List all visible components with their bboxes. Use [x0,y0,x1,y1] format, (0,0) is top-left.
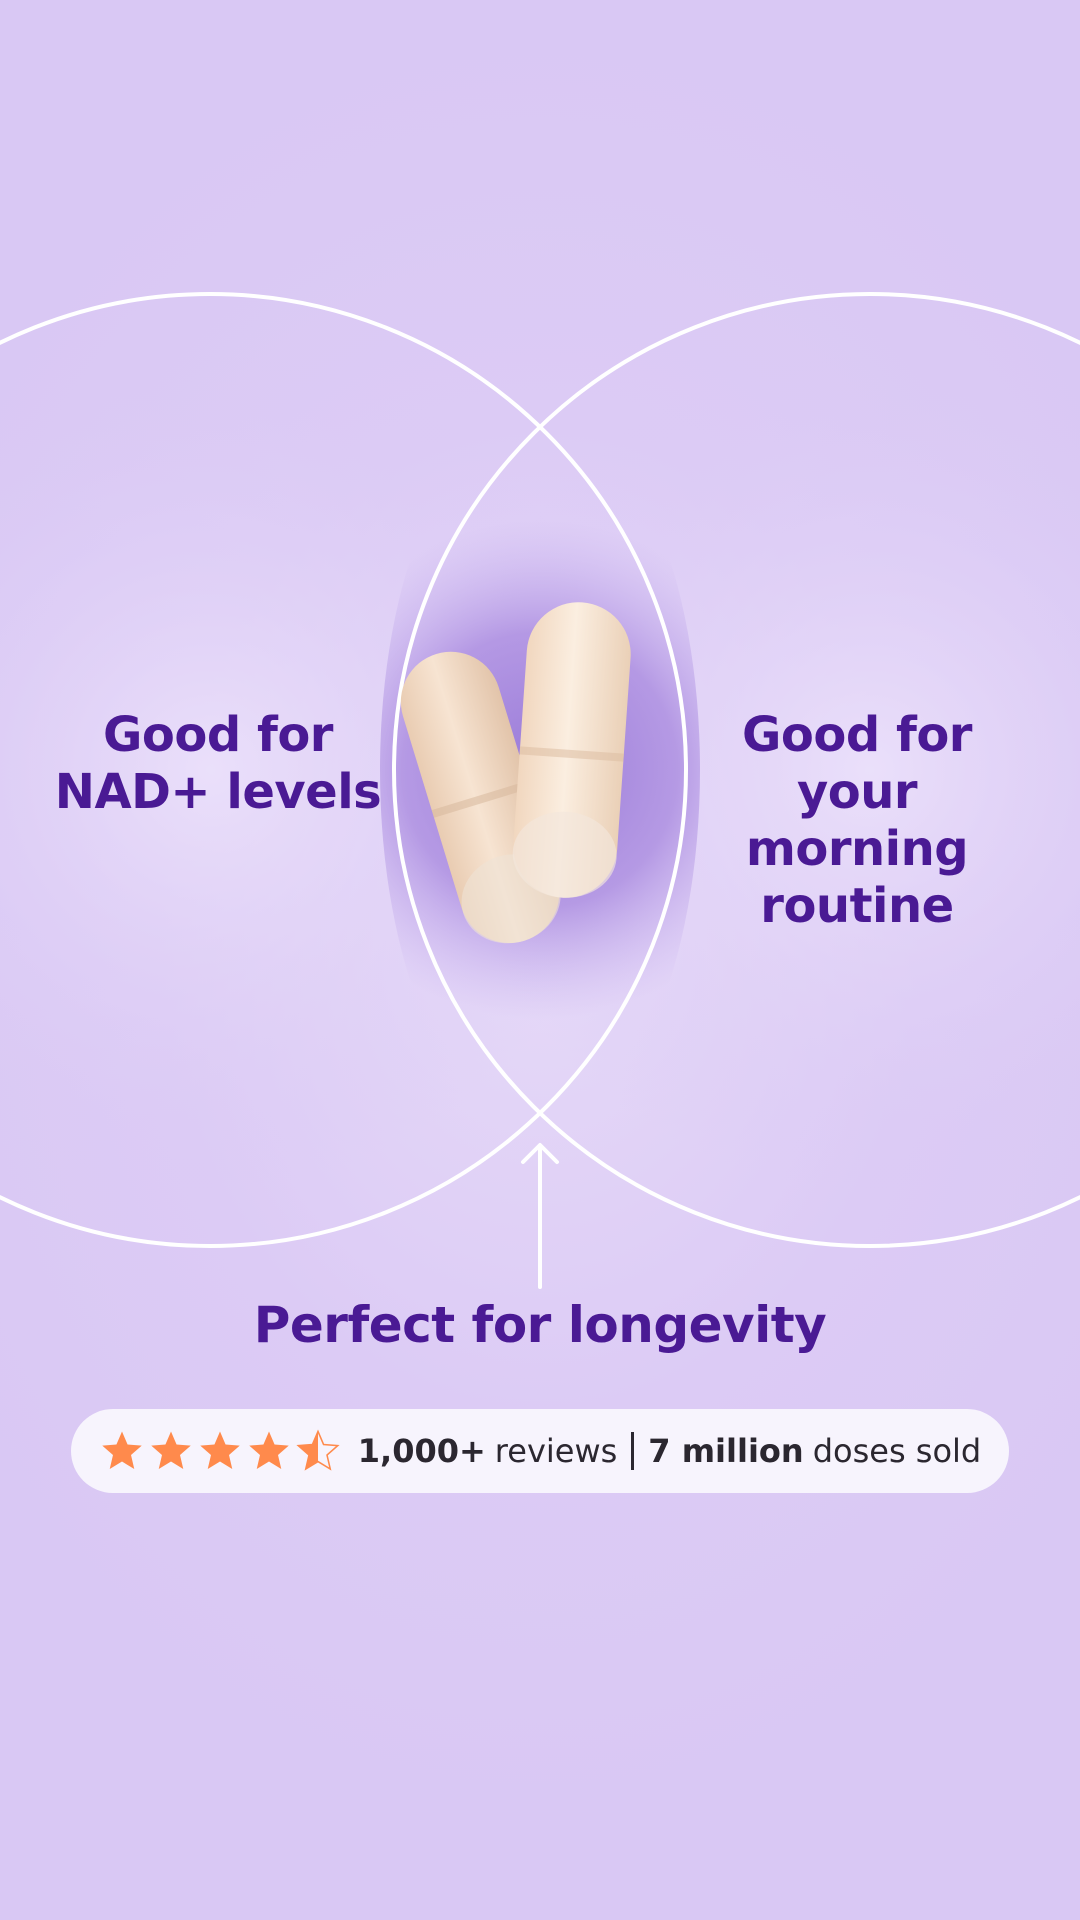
star-icon [249,1431,289,1470]
promo-page: Good for NAD+ levels Good for your morni… [0,0,1080,1920]
reviews-word: reviews [494,1432,618,1470]
half-star-icon [296,1429,340,1471]
star-icon [151,1431,191,1470]
morning-routine-label: Good for your morning routine [742,707,972,934]
nad-levels-label: Good for NAD+ levels [54,707,382,820]
rating-pill: 1,000+ reviews 7 million doses sold [71,1409,1009,1493]
arrow-up-icon [521,1143,559,1289]
longevity-label: Perfect for longevity [253,1296,827,1354]
star-icon [102,1431,142,1470]
venn-diagram [0,292,1080,1289]
doses-count: 7 million [648,1432,804,1470]
doses-word: doses sold [812,1432,982,1470]
divider [631,1432,635,1470]
star-icon [200,1431,240,1470]
reviews-count: 1,000+ [357,1432,486,1470]
star-rating [99,1428,344,1474]
